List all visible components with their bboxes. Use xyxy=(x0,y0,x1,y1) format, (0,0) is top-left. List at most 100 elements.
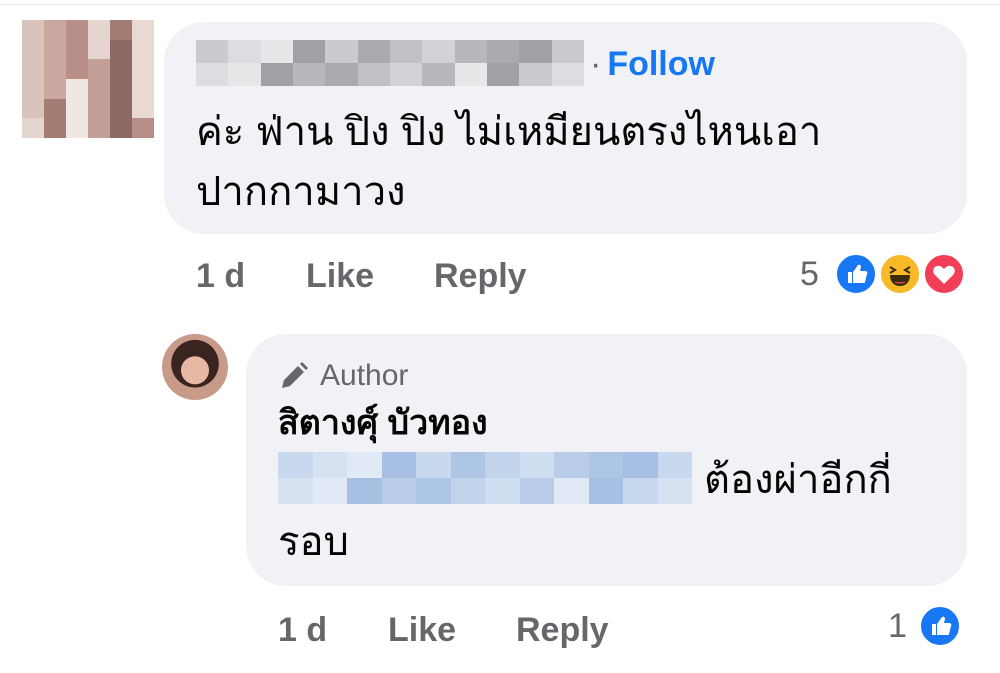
mosaic-cell xyxy=(357,63,390,86)
avatar[interactable] xyxy=(22,20,154,138)
mosaic-cell xyxy=(357,40,390,63)
mosaic-cell xyxy=(110,118,132,138)
mosaic-cell xyxy=(132,98,154,119)
reply-button[interactable]: Reply xyxy=(434,254,527,298)
mosaic-cell xyxy=(88,20,110,40)
mosaic-cell xyxy=(88,78,110,99)
mosaic-cell xyxy=(110,20,132,40)
mosaic-cell xyxy=(657,478,692,504)
haha-icon xyxy=(878,252,922,296)
mosaic-cell xyxy=(422,40,455,63)
mosaic-cell xyxy=(312,452,347,478)
mosaic-cell xyxy=(278,478,313,504)
mosaic-cell xyxy=(554,452,589,478)
mosaic-cell xyxy=(228,63,261,86)
author-avatar[interactable] xyxy=(162,334,228,400)
mosaic-cell xyxy=(588,478,623,504)
mosaic-cell xyxy=(485,452,520,478)
reply-like-button[interactable]: Like xyxy=(388,608,456,652)
mosaic-cell xyxy=(196,40,229,63)
mosaic-cell xyxy=(22,78,44,99)
follow-link[interactable]: · Follow xyxy=(590,44,715,84)
mosaic-cell xyxy=(450,452,485,478)
mosaic-cell xyxy=(132,59,154,79)
mosaic-cell xyxy=(485,478,520,504)
mosaic-cell xyxy=(389,40,423,63)
author-badge-label: Author xyxy=(320,359,409,392)
reply-timestamp[interactable]: 1 d xyxy=(278,608,327,652)
mosaic-cell xyxy=(450,478,485,504)
mosaic-cell xyxy=(22,98,44,119)
comment-timestamp[interactable]: 1 d xyxy=(196,254,245,298)
mosaic-cell xyxy=(132,39,154,60)
mosaic-cell xyxy=(44,98,66,119)
mosaic-cell xyxy=(110,59,132,79)
mosaic-cell xyxy=(588,452,623,478)
mosaic-cell xyxy=(22,20,44,40)
mosaic-cell xyxy=(228,40,261,63)
mosaic-cell xyxy=(416,452,451,478)
reaction-summary[interactable]: 5 xyxy=(800,250,970,298)
mosaic-cell xyxy=(454,63,487,86)
mosaic-cell xyxy=(551,40,584,63)
like-button[interactable]: Like xyxy=(306,254,374,298)
mosaic-cell xyxy=(88,118,110,138)
mosaic-cell xyxy=(22,118,44,138)
commenter-name-redacted[interactable] xyxy=(196,40,584,86)
mosaic-cell xyxy=(292,63,326,86)
mosaic-cell xyxy=(623,478,658,504)
like-icon xyxy=(834,252,878,296)
mosaic-cell xyxy=(66,59,88,79)
mosaic-cell xyxy=(66,118,88,138)
reply-text-line1: ต้องผ่าอีกกี่ xyxy=(704,458,892,502)
reply-reaction-count: 1 xyxy=(888,607,907,645)
mosaic-cell xyxy=(44,20,66,40)
comment-text: ค่ะ ฟ่าน ปิง ปิง ไม่เหมียนตรงไหนเอา ปากก… xyxy=(196,110,822,214)
mosaic-cell xyxy=(260,63,293,86)
love-icon xyxy=(922,252,966,296)
pencil-icon xyxy=(282,362,308,388)
mosaic-cell xyxy=(486,63,520,86)
reply-reply-button[interactable]: Reply xyxy=(516,608,609,652)
mosaic-cell xyxy=(132,118,154,138)
mosaic-cell xyxy=(132,78,154,99)
mosaic-cell xyxy=(325,63,358,86)
mosaic-cell xyxy=(44,39,66,60)
mosaic-cell xyxy=(325,40,358,63)
mosaic-cell xyxy=(66,20,88,40)
mosaic-cell xyxy=(347,478,382,504)
like-icon xyxy=(918,604,962,648)
reply-text-line2: รอบ xyxy=(278,520,349,564)
author-name[interactable]: สิตางศุ์ บัวทอง xyxy=(278,400,488,446)
mosaic-cell xyxy=(22,39,44,60)
mention-redacted[interactable] xyxy=(278,452,692,504)
mosaic-cell xyxy=(381,452,416,478)
mosaic-cell xyxy=(88,59,110,79)
mosaic-cell xyxy=(292,40,326,63)
top-divider xyxy=(0,4,1000,5)
mosaic-cell xyxy=(44,118,66,138)
follow-label[interactable]: Follow xyxy=(607,45,715,83)
mosaic-cell xyxy=(110,39,132,60)
mosaic-cell xyxy=(422,63,455,86)
mosaic-cell xyxy=(623,452,658,478)
mosaic-cell xyxy=(519,478,554,504)
mosaic-cell xyxy=(381,478,416,504)
mosaic-cell xyxy=(519,63,552,86)
mosaic-cell xyxy=(347,452,382,478)
mosaic-cell xyxy=(657,452,692,478)
mosaic-cell xyxy=(110,98,132,119)
mosaic-cell xyxy=(260,40,293,63)
mosaic-cell xyxy=(66,98,88,119)
mosaic-cell xyxy=(554,478,589,504)
reply-reaction-summary[interactable]: 1 xyxy=(888,602,968,650)
mosaic-cell xyxy=(519,452,554,478)
mosaic-cell xyxy=(44,78,66,99)
mosaic-cell xyxy=(132,20,154,40)
mosaic-cell xyxy=(22,59,44,79)
mosaic-cell xyxy=(486,40,520,63)
mosaic-cell xyxy=(110,78,132,99)
mosaic-cell xyxy=(551,63,584,86)
mosaic-cell xyxy=(66,78,88,99)
mosaic-cell xyxy=(312,478,347,504)
